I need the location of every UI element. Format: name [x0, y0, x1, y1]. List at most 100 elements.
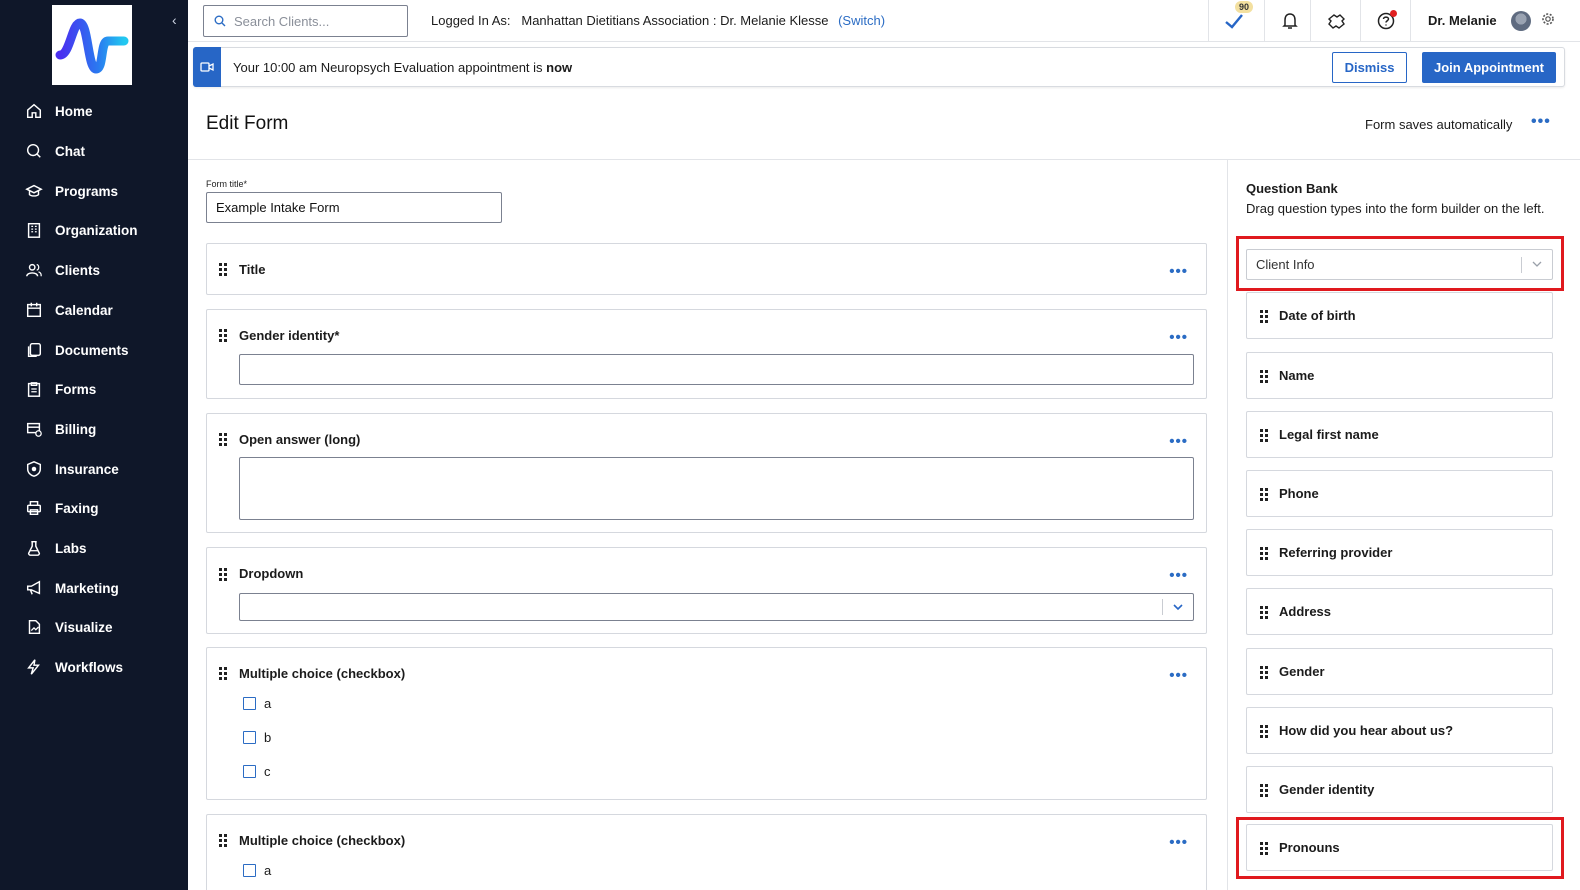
drag-handle-icon[interactable]	[1260, 429, 1268, 442]
question-card[interactable]: Multiple choice (checkbox) ••• a b c	[206, 647, 1207, 800]
checkbox[interactable]	[243, 864, 256, 877]
question-options-icon[interactable]: •••	[1169, 329, 1188, 346]
sidebar-item-organization[interactable]: Organization	[25, 218, 138, 242]
question-card[interactable]: Multiple choice (checkbox) ••• a	[206, 814, 1207, 890]
sidebar-item-home[interactable]: Home	[25, 99, 93, 123]
drag-handle-icon[interactable]	[1260, 310, 1268, 323]
sidebar-item-marketing[interactable]: Marketing	[25, 576, 119, 600]
users-icon	[26, 263, 42, 277]
search-input[interactable]	[234, 13, 394, 29]
drag-handle-icon[interactable]	[1260, 547, 1268, 560]
drag-handle-icon[interactable]	[219, 568, 227, 581]
sidebar-item-clients[interactable]: Clients	[25, 258, 100, 282]
question-card[interactable]: Title •••	[206, 243, 1207, 295]
drag-handle-icon[interactable]	[219, 433, 227, 446]
drag-handle-icon[interactable]	[1260, 784, 1268, 797]
collapse-sidebar-icon[interactable]: ‹	[172, 12, 177, 28]
sidebar-item-faxing[interactable]: Faxing	[25, 496, 99, 520]
question-bank-item[interactable]: Legal first name	[1246, 411, 1553, 458]
settings-gear-icon[interactable]	[1541, 12, 1555, 31]
question-bank-item-label: Name	[1279, 368, 1315, 383]
question-card[interactable]: Dropdown •••	[206, 547, 1207, 634]
question-category-select[interactable]: Client Info	[1246, 249, 1553, 280]
page-title: Edit Form	[206, 113, 289, 134]
sidebar-item-documents[interactable]: Documents	[25, 338, 129, 362]
checkbox[interactable]	[243, 731, 256, 744]
question-bank-item[interactable]: Name	[1246, 352, 1553, 399]
join-appointment-button[interactable]: Join Appointment	[1422, 52, 1556, 83]
help-button[interactable]	[1360, 0, 1410, 42]
flask-icon	[27, 540, 41, 556]
bell-icon	[1281, 13, 1298, 29]
question-bank-item-label: Referring provider	[1279, 545, 1393, 560]
question-options-icon[interactable]: •••	[1169, 433, 1188, 450]
question-bank-item-label: Gender	[1279, 664, 1325, 679]
drag-handle-icon[interactable]	[219, 329, 227, 342]
question-card[interactable]: Open answer (long) •••	[206, 413, 1207, 533]
form-title-input[interactable]	[206, 192, 502, 223]
sidebar-item-labs[interactable]: Labs	[25, 536, 87, 560]
drag-handle-icon[interactable]	[1260, 842, 1268, 855]
drag-handle-icon[interactable]	[1260, 666, 1268, 679]
sidebar-item-chat[interactable]: Chat	[25, 139, 85, 163]
user-name[interactable]: Dr. Melanie	[1428, 13, 1497, 28]
sidebar-item-label: Calendar	[55, 302, 113, 318]
sidebar-item-billing[interactable]: Billing	[25, 417, 96, 441]
avatar[interactable]	[1511, 11, 1531, 31]
sidebar-item-calendar[interactable]: Calendar	[25, 298, 113, 322]
tasks-button[interactable]: 90	[1208, 0, 1258, 42]
checkbox[interactable]	[243, 697, 256, 710]
chat-icon	[26, 143, 41, 158]
question-bank-item[interactable]: Pronouns	[1246, 824, 1553, 871]
home-icon	[26, 103, 42, 119]
question-bank-item[interactable]: Phone	[1246, 470, 1553, 517]
logo[interactable]	[52, 5, 132, 85]
drag-handle-icon[interactable]	[1260, 488, 1268, 501]
question-bank-item[interactable]: Gender identity	[1246, 766, 1553, 813]
question-bank-item-label: How did you hear about us?	[1279, 723, 1454, 738]
checkbox-option[interactable]: a	[243, 696, 271, 711]
panel-divider	[1227, 160, 1228, 890]
notifications-button[interactable]	[1264, 0, 1314, 42]
dropdown-separator	[1162, 599, 1163, 615]
long-answer-field[interactable]	[239, 457, 1194, 520]
dropdown-field[interactable]	[239, 593, 1194, 621]
checkbox-option[interactable]: c	[243, 764, 271, 779]
logged-in-org: Manhattan Dietitians Association : Dr. M…	[521, 13, 829, 28]
sidebar-item-programs[interactable]: Programs	[25, 179, 118, 203]
sidebar-item-workflows[interactable]: Workflows	[25, 655, 123, 679]
drag-handle-icon[interactable]	[1260, 606, 1268, 619]
drag-handle-icon[interactable]	[219, 667, 227, 680]
question-options-icon[interactable]: •••	[1169, 834, 1188, 851]
banner-message-emphasis: now	[546, 60, 573, 75]
sidebar-item-visualize[interactable]: Visualize	[25, 615, 113, 639]
question-bank-item[interactable]: Referring provider	[1246, 529, 1553, 576]
checkbox-option[interactable]: a	[243, 863, 271, 878]
client-search[interactable]	[203, 5, 408, 37]
integrations-button[interactable]	[1310, 0, 1360, 42]
sidebar-item-forms[interactable]: Forms	[25, 377, 96, 401]
drag-handle-icon[interactable]	[219, 263, 227, 276]
dismiss-button[interactable]: Dismiss	[1332, 52, 1407, 83]
drag-handle-icon[interactable]	[1260, 725, 1268, 738]
short-answer-field[interactable]	[239, 354, 1194, 385]
question-options-icon[interactable]: •••	[1169, 667, 1188, 684]
question-card[interactable]: Gender identity* •••	[206, 309, 1207, 399]
question-bank-item[interactable]: How did you hear about us?	[1246, 707, 1553, 754]
question-label: Open answer (long)	[239, 432, 361, 447]
question-options-icon[interactable]: •••	[1169, 263, 1188, 280]
drag-handle-icon[interactable]	[219, 834, 227, 847]
question-bank-item[interactable]: Address	[1246, 588, 1553, 635]
form-title-label: Form title*	[206, 179, 248, 189]
form-options-icon[interactable]: •••	[1531, 113, 1551, 131]
question-options-icon[interactable]: •••	[1169, 567, 1188, 584]
question-bank-item[interactable]: Date of birth	[1246, 292, 1553, 339]
question-bank-item[interactable]: Gender	[1246, 648, 1553, 695]
sidebar-item-label: Documents	[55, 342, 129, 358]
switch-account-link[interactable]: (Switch)	[838, 13, 885, 28]
drag-handle-icon[interactable]	[1260, 370, 1268, 383]
checkbox[interactable]	[243, 765, 256, 778]
sidebar-item-insurance[interactable]: Insurance	[25, 457, 119, 481]
clipboard-icon	[27, 382, 41, 397]
checkbox-option[interactable]: b	[243, 730, 271, 745]
